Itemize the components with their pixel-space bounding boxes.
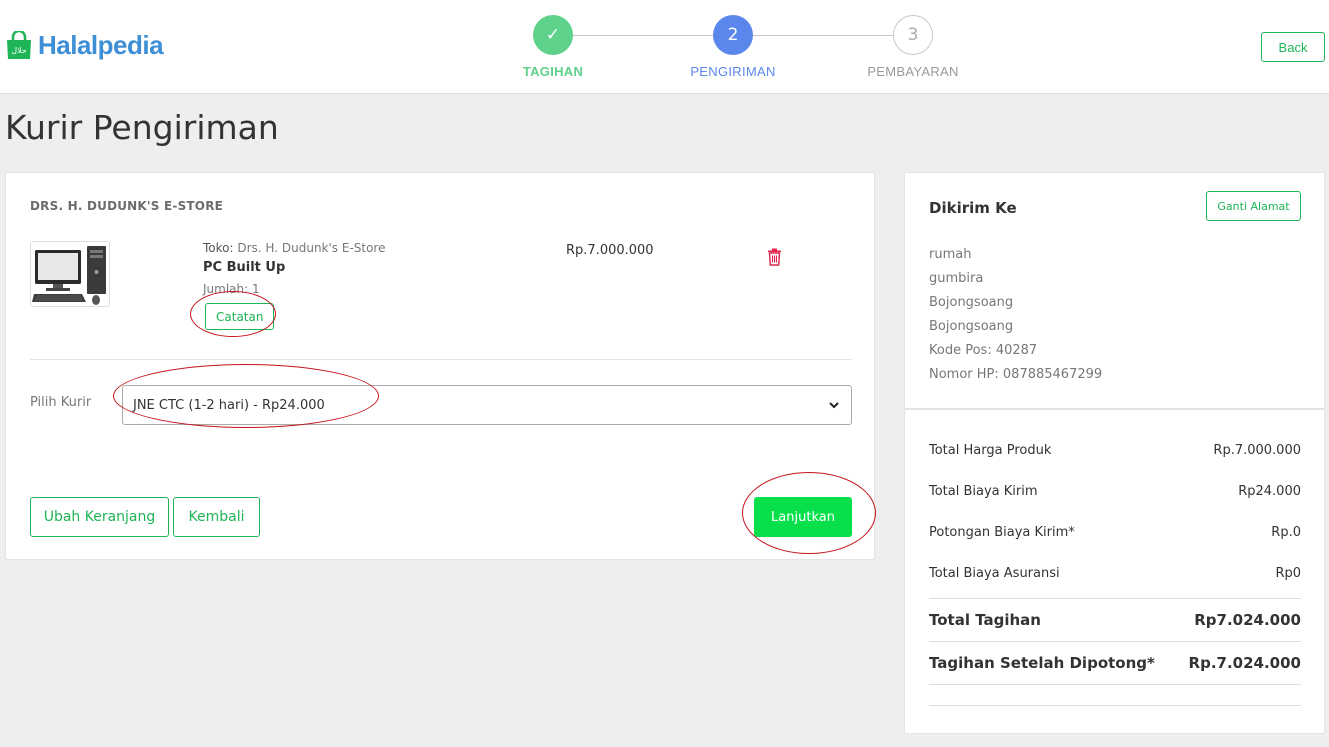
summary-value: Rp.0: [1271, 525, 1301, 540]
address-line: Bojongsoang: [929, 319, 1014, 334]
total-tagihan-value: Rp7.024.000: [1194, 611, 1301, 629]
step-pembayaran: 3 PEMBAYARAN: [853, 15, 973, 79]
step-number: 3: [893, 15, 933, 55]
order-card: DRS. H. DUDUNK'S E-STORE Toko: Drs. H. D…: [5, 172, 875, 560]
summary-row: Total Harga Produk Rp.7.000.000: [929, 443, 1301, 484]
desktop-pc-icon: [32, 246, 106, 305]
summary-value: Rp0: [1275, 566, 1301, 581]
summary-label: Total Biaya Kirim: [929, 484, 1038, 499]
divider: [929, 705, 1301, 706]
checkout-stepper: ✓ TAGIHAN 2 PENGIRIMAN 3 PEMBAYARAN: [513, 15, 993, 85]
address-line: gumbira: [929, 271, 984, 286]
ubah-keranjang-button[interactable]: Ubah Keranjang: [30, 497, 169, 537]
shopping-bag-icon: حلال: [7, 30, 31, 59]
halalpedia-logo[interactable]: حلال Halalpedia: [5, 30, 164, 61]
top-header: حلال Halalpedia ✓ TAGIHAN 2 PENGIRIMAN 3…: [0, 0, 1329, 94]
chevron-down-icon: [829, 402, 839, 409]
step-tagihan: ✓ TAGIHAN: [493, 15, 613, 79]
step-label: TAGIHAN: [522, 64, 584, 79]
summary-row: Total Biaya Kirim Rp24.000: [929, 484, 1301, 525]
tagihan-setelah-label: Tagihan Setelah Dipotong*: [929, 654, 1155, 672]
step-label: PENGIRIMAN: [690, 64, 776, 79]
summary-row: Total Biaya Asuransi Rp0: [929, 566, 1301, 598]
tagihan-setelah-value: Rp.7.024.000: [1188, 654, 1301, 672]
kurir-label: Pilih Kurir: [30, 395, 92, 410]
summary-label: Potongan Biaya Kirim*: [929, 525, 1075, 540]
shipping-summary-card: Dikirim Ke Ganti Alamat rumah gumbira Bo…: [904, 172, 1325, 734]
tagihan-setelah-row: Tagihan Setelah Dipotong* Rp.7.024.000: [929, 641, 1301, 685]
total-tagihan-label: Total Tagihan: [929, 611, 1041, 629]
step-number: 2: [713, 15, 753, 55]
total-tagihan-row: Total Tagihan Rp7.024.000: [929, 598, 1301, 641]
summary-label: Total Biaya Asuransi: [929, 566, 1060, 581]
dikirim-ke-title: Dikirim Ke: [929, 199, 1017, 217]
summary-row: Potongan Biaya Kirim* Rp.0: [929, 525, 1301, 566]
store-line: Toko: Drs. H. Dudunk's E-Store: [203, 241, 386, 255]
product-name: PC Built Up: [203, 260, 286, 275]
address-line: Bojongsoang: [929, 295, 1014, 310]
quantity-text: Jumlah: 1: [203, 282, 260, 296]
trash-icon[interactable]: [767, 248, 782, 266]
address-line: Nomor HP: 087885467299: [929, 367, 1103, 382]
kurir-select[interactable]: JNE CTC (1-2 hari) - Rp24.000: [122, 385, 852, 425]
store-name: DRS. H. DUDUNK'S E-STORE: [30, 199, 224, 213]
kurir-selected-value: JNE CTC (1-2 hari) - Rp24.000: [133, 397, 325, 413]
summary-label: Total Harga Produk: [929, 443, 1052, 458]
address-line: rumah: [929, 247, 972, 262]
address-line: Kode Pos: 40287: [929, 343, 1038, 358]
divider: [30, 359, 852, 360]
step-pengiriman: 2 PENGIRIMAN: [673, 15, 793, 79]
toko-label: Toko:: [203, 241, 234, 255]
summary-value: Rp.7.000.000: [1213, 443, 1301, 458]
divider: [905, 408, 1324, 410]
halal-badge-text: حلال: [11, 46, 27, 55]
page-title: Kurir Pengiriman: [5, 108, 279, 147]
payment-summary: Total Harga Produk Rp.7.000.000 Total Bi…: [929, 443, 1301, 706]
check-icon: ✓: [533, 15, 573, 55]
kembali-button[interactable]: Kembali: [173, 497, 260, 537]
catatan-button[interactable]: Catatan: [205, 303, 275, 330]
ganti-alamat-button[interactable]: Ganti Alamat: [1206, 191, 1301, 221]
product-info: Toko: Drs. H. Dudunk's E-Store PC Built …: [203, 241, 386, 296]
step-label: PEMBAYARAN: [867, 64, 959, 79]
shipping-address: rumah gumbira Bojongsoang Bojongsoang Ko…: [929, 243, 1102, 387]
product-image[interactable]: [30, 241, 110, 307]
toko-value: Drs. H. Dudunk's E-Store: [237, 241, 386, 255]
lanjutkan-button[interactable]: Lanjutkan: [754, 497, 852, 537]
back-button[interactable]: Back: [1261, 32, 1325, 62]
summary-value: Rp24.000: [1238, 484, 1301, 499]
logo-text: Halalpedia: [38, 30, 164, 60]
product-price: Rp.7.000.000: [566, 243, 654, 258]
